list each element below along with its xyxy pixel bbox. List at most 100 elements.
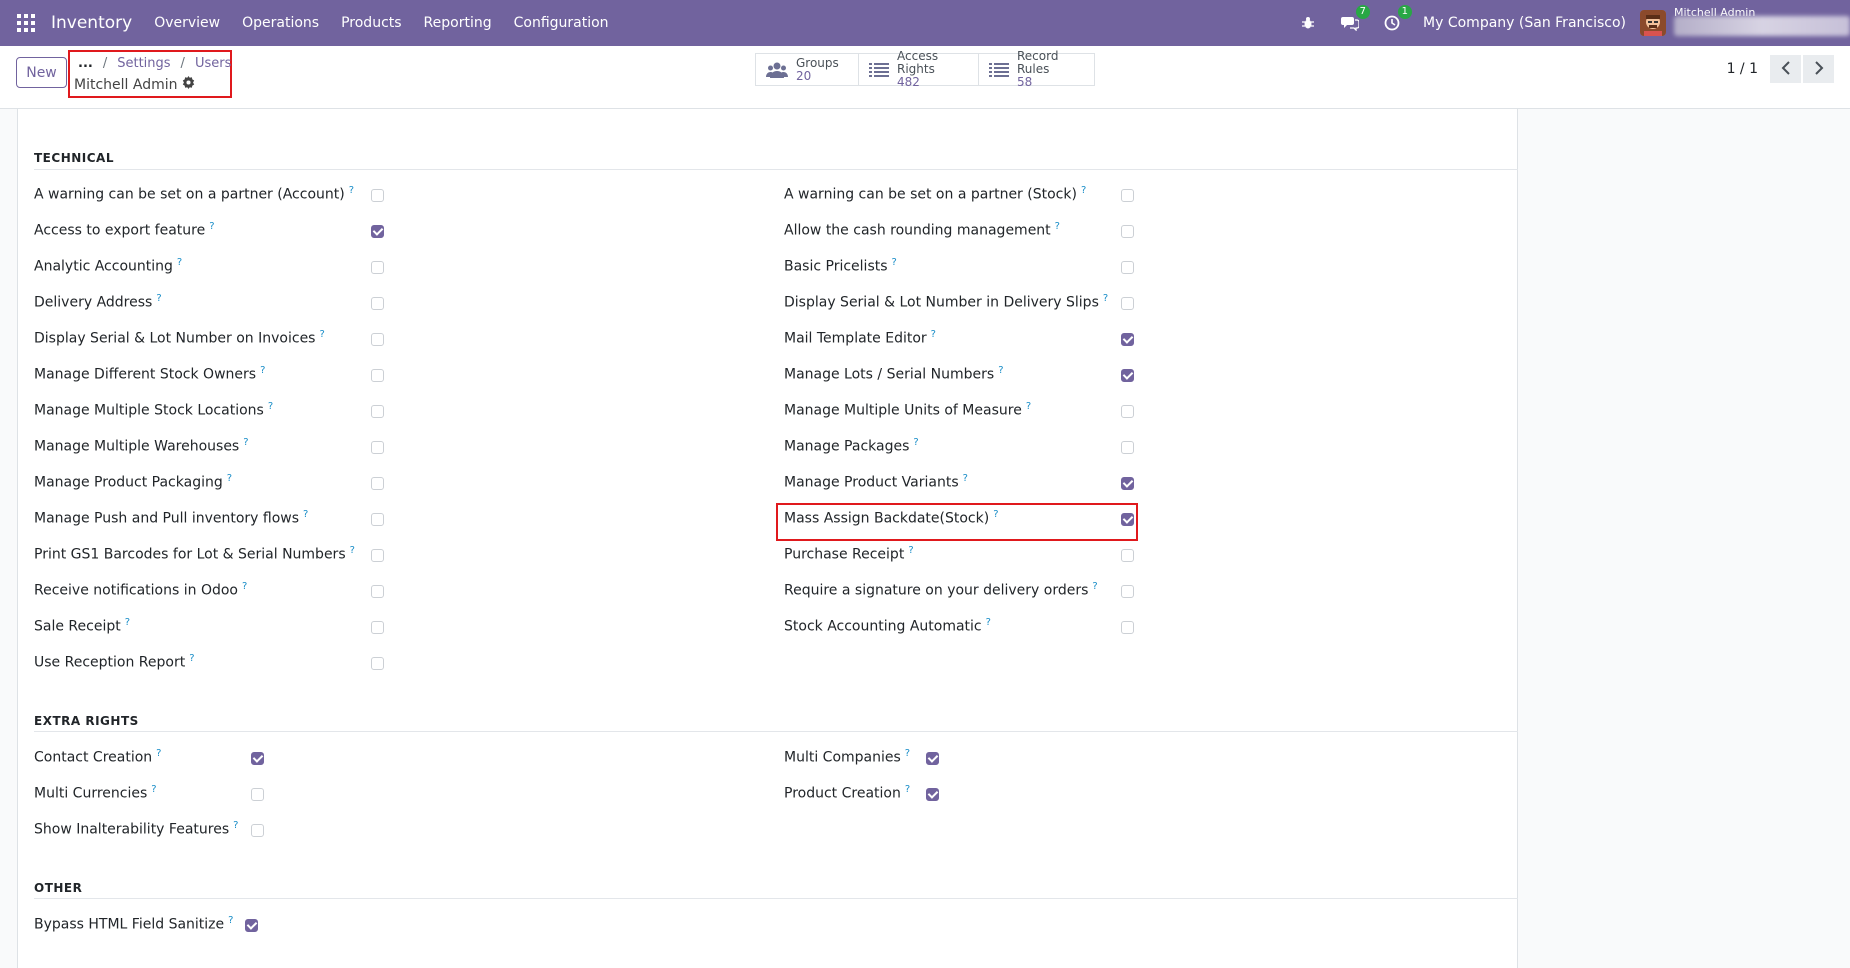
company-switcher[interactable]: My Company (San Francisco) [1423, 15, 1626, 31]
field-label-text: Manage Different Stock Owners [34, 366, 257, 383]
help-tooltip-icon[interactable]: ? [209, 221, 214, 232]
messages-chat-icon[interactable]: 7 [1339, 5, 1371, 34]
help-tooltip-icon[interactable]: ? [1055, 221, 1060, 232]
field-label-text: Bypass HTML Field Sanitize [34, 916, 225, 933]
checkbox-receive-notifications-in-odoo[interactable] [371, 585, 384, 598]
help-tooltip-icon[interactable]: ? [268, 401, 273, 412]
help-tooltip-icon[interactable]: ? [233, 820, 238, 831]
new-button[interactable]: New [16, 57, 67, 88]
record-name: Mitchell Admin [74, 76, 178, 93]
checkbox-manage-push-and-pull-inventory-flows[interactable] [371, 513, 384, 526]
breadcrumb-users[interactable]: Users [195, 56, 231, 71]
help-tooltip-icon[interactable]: ? [913, 437, 918, 448]
checkbox-manage-packages[interactable] [1121, 441, 1134, 454]
checkbox-manage-lots-serial-numbers[interactable] [1121, 369, 1134, 382]
checkbox-contact-creation[interactable] [251, 752, 264, 765]
checkbox-delivery-address[interactable] [371, 297, 384, 310]
checkbox-use-reception-report[interactable] [371, 657, 384, 670]
help-tooltip-icon[interactable]: ? [963, 473, 968, 484]
help-tooltip-icon[interactable]: ? [189, 653, 194, 664]
field-row-delivery-address: Delivery Address? [34, 293, 391, 315]
checkbox-manage-different-stock-owners[interactable] [371, 369, 384, 382]
checkbox-manage-product-variants[interactable] [1121, 477, 1134, 490]
smart-buttons: Groups 20 Access Rights 482 Record Rules 58 [755, 50, 1095, 89]
checkbox-require-a-signature-on-your-delivery-orders[interactable] [1121, 585, 1134, 598]
menu-configuration[interactable]: Configuration [514, 15, 609, 31]
checkbox-manage-product-packaging[interactable] [371, 477, 384, 490]
checkbox-print-gs1-barcodes-for-lot-serial-numbers[interactable] [371, 549, 384, 562]
help-tooltip-icon[interactable]: ? [319, 329, 324, 340]
help-tooltip-icon[interactable]: ? [1081, 185, 1086, 196]
checkbox-purchase-receipt[interactable] [1121, 549, 1134, 562]
checkbox-a-warning-can-be-set-on-a-partner-account[interactable] [371, 189, 384, 202]
checkbox-manage-multiple-warehouses[interactable] [371, 441, 384, 454]
help-tooltip-icon[interactable]: ? [350, 545, 355, 556]
field-label-text: Contact Creation [34, 749, 153, 766]
help-tooltip-icon[interactable]: ? [125, 617, 130, 628]
checkbox-display-serial-lot-number-in-delivery-slips[interactable] [1121, 297, 1134, 310]
breadcrumb-ellipsis[interactable]: ... [78, 56, 93, 71]
field-row-display-serial-lot-number-on-invoices: Display Serial & Lot Number on Invoices? [34, 329, 391, 351]
app-title[interactable]: Inventory [51, 13, 132, 33]
help-tooltip-icon[interactable]: ? [1026, 401, 1031, 412]
help-tooltip-icon[interactable]: ? [349, 185, 354, 196]
menu-reporting[interactable]: Reporting [424, 15, 492, 31]
checkbox-sale-receipt[interactable] [371, 621, 384, 634]
help-tooltip-icon[interactable]: ? [931, 329, 936, 340]
help-tooltip-icon[interactable]: ? [986, 617, 991, 628]
checkbox-multi-companies[interactable] [926, 752, 939, 765]
checkbox-manage-multiple-units-of-measure[interactable] [1121, 405, 1134, 418]
groups-smart-button[interactable]: Groups 20 [755, 53, 859, 86]
help-tooltip-icon[interactable]: ? [303, 509, 308, 520]
menu-products[interactable]: Products [341, 15, 401, 31]
help-tooltip-icon[interactable]: ? [228, 915, 233, 926]
checkbox-manage-multiple-stock-locations[interactable] [371, 405, 384, 418]
next-record-button[interactable] [1803, 55, 1834, 83]
chevron-left-icon [1781, 60, 1791, 78]
help-tooltip-icon[interactable]: ? [260, 365, 265, 376]
help-tooltip-icon[interactable]: ? [905, 748, 910, 759]
activities-badge: 1 [1397, 5, 1413, 19]
help-tooltip-icon[interactable]: ? [156, 293, 161, 304]
user-avatar[interactable] [1640, 10, 1666, 36]
checkbox-allow-the-cash-rounding-management[interactable] [1121, 225, 1134, 238]
checkbox-show-inalterability-features[interactable] [251, 824, 264, 837]
checkbox-multi-currencies[interactable] [251, 788, 264, 801]
help-tooltip-icon[interactable]: ? [1103, 293, 1108, 304]
help-tooltip-icon[interactable]: ? [156, 748, 161, 759]
help-tooltip-icon[interactable]: ? [998, 365, 1003, 376]
help-tooltip-icon[interactable]: ? [1092, 581, 1097, 592]
form-sheet: TECHNICAL A warning can be set on a part… [17, 109, 1518, 968]
field-label: Manage Multiple Units of Measure? [784, 401, 1031, 419]
help-tooltip-icon[interactable]: ? [892, 257, 897, 268]
user-menu[interactable]: Mitchell Admin [1674, 0, 1850, 46]
menu-overview[interactable]: Overview [154, 15, 220, 31]
gear-icon[interactable] [182, 76, 195, 93]
record-rules-smart-button[interactable]: Record Rules 58 [979, 50, 1095, 89]
help-tooltip-icon[interactable]: ? [177, 257, 182, 268]
checkbox-product-creation[interactable] [926, 788, 939, 801]
menu-operations[interactable]: Operations [242, 15, 319, 31]
checkbox-stock-accounting-automatic[interactable] [1121, 621, 1134, 634]
activities-clock-icon[interactable]: 1 [1381, 5, 1413, 34]
help-tooltip-icon[interactable]: ? [242, 581, 247, 592]
checkbox-access-to-export-feature[interactable] [371, 225, 384, 238]
checkbox-analytic-accounting[interactable] [371, 261, 384, 274]
help-tooltip-icon[interactable]: ? [227, 473, 232, 484]
pager-value[interactable]: 1 / 1 [1727, 61, 1758, 77]
debug-bug-icon[interactable] [1297, 12, 1319, 34]
checkbox-a-warning-can-be-set-on-a-partner-stock[interactable] [1121, 189, 1134, 202]
access-rights-smart-button[interactable]: Access Rights 482 [859, 50, 979, 89]
field-row-manage-product-variants: Manage Product Variants? [784, 473, 1141, 495]
help-tooltip-icon[interactable]: ? [908, 545, 913, 556]
breadcrumb-settings[interactable]: Settings [117, 56, 170, 71]
help-tooltip-icon[interactable]: ? [243, 437, 248, 448]
checkbox-display-serial-lot-number-on-invoices[interactable] [371, 333, 384, 346]
help-tooltip-icon[interactable]: ? [905, 784, 910, 795]
previous-record-button[interactable] [1770, 55, 1801, 83]
checkbox-basic-pricelists[interactable] [1121, 261, 1134, 274]
checkbox-mail-template-editor[interactable] [1121, 333, 1134, 346]
help-tooltip-icon[interactable]: ? [151, 784, 156, 795]
apps-menu-icon[interactable] [17, 14, 35, 32]
checkbox-bypass-html-field-sanitize[interactable] [245, 919, 258, 932]
